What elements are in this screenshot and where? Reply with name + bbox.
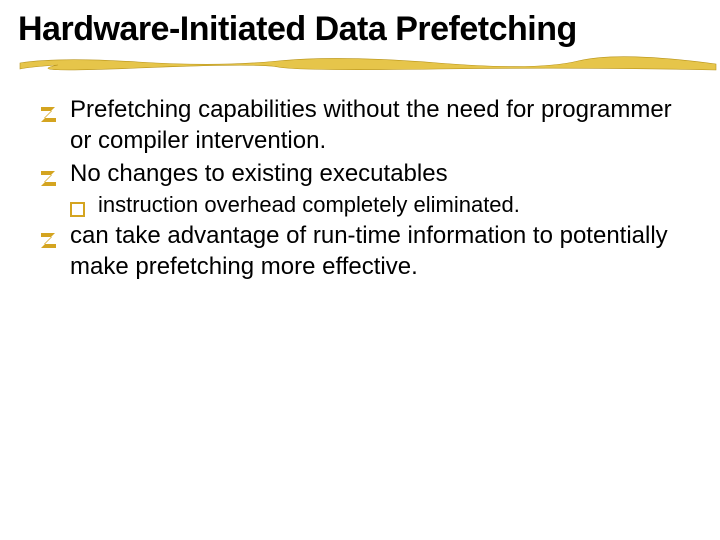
z-bullet-icon <box>40 165 57 182</box>
bullet-item: No changes to existing executables <box>40 159 680 190</box>
title-underline <box>18 53 702 77</box>
bullet-item: Prefetching capabilities without the nee… <box>40 95 680 156</box>
bullet-text: instruction overhead completely eliminat… <box>98 192 520 217</box>
title-block: Hardware-Initiated Data Prefetching <box>0 0 720 77</box>
square-bullet-icon <box>70 196 85 211</box>
z-bullet-icon <box>40 227 57 244</box>
bullet-item: can take advantage of run-time informati… <box>40 221 680 282</box>
bullet-text: No changes to existing executables <box>70 160 448 187</box>
bullet-text: can take advantage of run-time informati… <box>70 222 668 280</box>
bullet-text: Prefetching capabilities without the nee… <box>70 96 672 154</box>
sub-bullet-item: instruction overhead completely eliminat… <box>40 191 680 219</box>
slide-title: Hardware-Initiated Data Prefetching <box>18 10 702 49</box>
z-bullet-icon <box>40 101 57 118</box>
content-area: Prefetching capabilities without the nee… <box>0 77 720 283</box>
